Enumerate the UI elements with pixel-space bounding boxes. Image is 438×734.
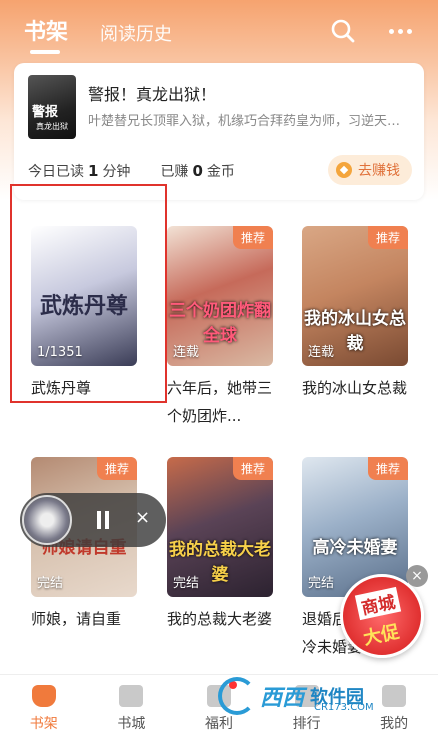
top-tabs: 书架 阅读历史 (24, 14, 172, 54)
nav-label: 书架 (29, 716, 58, 732)
book-title[interactable]: 六年后，她带三个奶团炸... (167, 374, 277, 430)
recent-cover-subtitle: 真龙出狱 (36, 122, 68, 131)
read-minutes-value: 1 (88, 162, 99, 180)
close-promo-icon[interactable]: × (406, 565, 428, 587)
mall-promo-badge[interactable]: 商城 大促 (340, 574, 424, 658)
book-title[interactable]: 我的总裁大老婆 (167, 605, 277, 633)
book-icon (119, 685, 144, 707)
recommend-badge: 推荐 (232, 457, 273, 480)
cover-title: 三个奶团炸翻全球 (169, 301, 271, 346)
book-status: 完结 (37, 576, 64, 591)
nav-label: 排行 (292, 716, 321, 732)
recent-book-description: 叶楚替兄长顶罪入狱，机缘巧合拜药皇为师，习逆天医术 (88, 114, 408, 129)
read-today-label: 今日已读 (28, 164, 84, 180)
read-minutes-unit: 分钟 (102, 164, 131, 180)
watermark-brand: 西西 (260, 686, 305, 711)
book-cover[interactable]: 我的冰山女总裁 推荐 连载 (302, 226, 408, 366)
watermark-logo: 西西 软件园 CR173.COM (218, 676, 418, 716)
book-status: 连载 (173, 345, 200, 360)
recent-book-cover[interactable]: 警报 真龙出狱 (28, 75, 76, 139)
recommend-badge: 推荐 (96, 457, 137, 480)
recent-reading-card[interactable]: 警报 真龙出狱 警报！真龙出狱！ 叶楚替兄长顶罪入狱，机缘巧合拜药皇为师，习逆天… (14, 63, 424, 200)
player-cover[interactable] (22, 495, 72, 545)
reading-stats: 今日已读 1 分钟 已赚 0 金币 (28, 161, 235, 181)
audio-mini-player[interactable]: × (20, 493, 166, 547)
earn-money-button[interactable]: 去赚钱 (328, 155, 412, 185)
earn-money-label: 去赚钱 (358, 163, 400, 179)
book-title[interactable]: 我的冰山女总裁 (302, 374, 412, 402)
nav-bookstore[interactable]: 书城 (88, 675, 176, 734)
dot (388, 28, 394, 34)
more-icon[interactable] (380, 16, 420, 46)
bookshelf-icon (31, 685, 56, 707)
recommend-badge: 推荐 (367, 457, 408, 480)
book-title[interactable]: 师娘，请自重 (31, 605, 141, 633)
dot (397, 28, 403, 34)
recent-cover-title: 警报 (32, 105, 59, 120)
book-status: 完结 (173, 576, 200, 591)
coin-icon (336, 162, 352, 178)
nav-label: 福利 (204, 716, 233, 732)
tab-bookshelf[interactable]: 书架 (24, 14, 68, 54)
nav-label: 书城 (117, 716, 146, 732)
promo-line1: 商城 (354, 586, 402, 621)
search-icon[interactable] (330, 18, 356, 44)
promo-line2: 大促 (361, 621, 402, 650)
close-player-icon[interactable]: × (135, 507, 150, 528)
book-status: 完结 (308, 576, 335, 591)
watermark-icon (218, 677, 256, 715)
nav-label: 我的 (380, 716, 409, 732)
tab-reading-history[interactable]: 阅读历史 (100, 20, 172, 46)
cover-title: 高冷未婚妻 (312, 538, 398, 558)
recommend-badge: 推荐 (367, 226, 408, 249)
book-cover[interactable]: 三个奶团炸翻全球 推荐 连载 (167, 226, 273, 366)
book-cover[interactable]: 我的总裁大老婆 推荐 完结 (167, 457, 273, 597)
pause-icon[interactable] (96, 511, 110, 529)
recent-book-title[interactable]: 警报！真龙出狱！ (88, 81, 216, 105)
recommend-badge: 推荐 (232, 226, 273, 249)
nav-bookshelf[interactable]: 书架 (0, 675, 88, 734)
earned-coins-unit: 金币 (206, 164, 235, 180)
watermark-url: CR173.COM (314, 702, 374, 713)
book-status: 连载 (308, 345, 335, 360)
earned-label: 已赚 (160, 164, 189, 180)
earned-coins-value: 0 (192, 162, 203, 180)
dot (406, 28, 412, 34)
selection-highlight (10, 184, 167, 403)
